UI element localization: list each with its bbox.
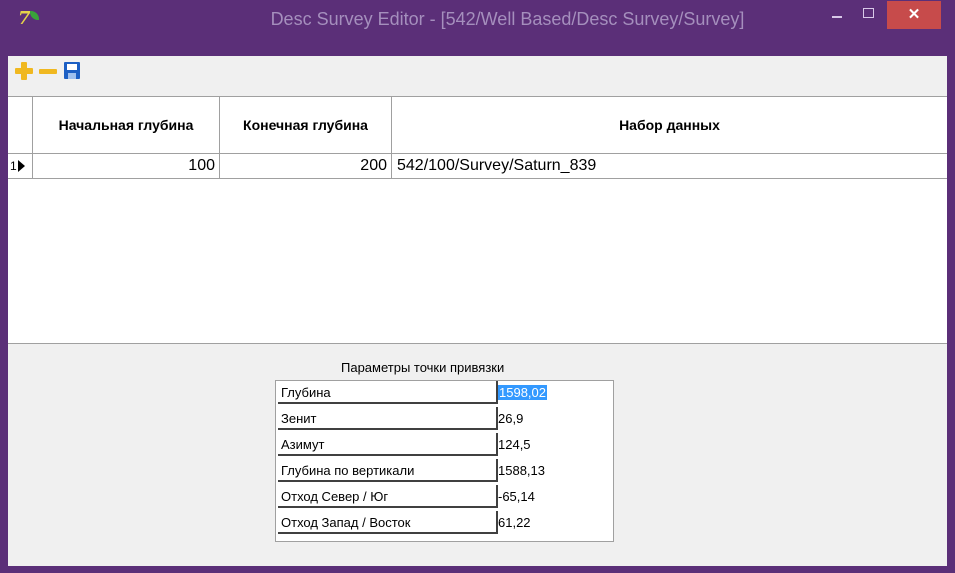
save-icon-label: [67, 64, 77, 70]
anchor-property-grid: Глубина 1598,02 Зенит 26,9 Азимут 124,5 …: [275, 380, 614, 542]
cell-dataset[interactable]: 542/100/Survey/Saturn_839: [392, 154, 947, 178]
property-value-depth[interactable]: 1598,02: [498, 381, 608, 404]
column-header-end-depth[interactable]: Конечная глубина: [220, 97, 392, 153]
maximize-icon: [863, 8, 874, 18]
current-row-arrow-icon: [18, 160, 25, 172]
column-header-dataset[interactable]: Набор данных: [392, 97, 947, 153]
column-header-start-depth[interactable]: Начальная глубина: [33, 97, 220, 153]
row-header[interactable]: 1: [8, 154, 33, 178]
save-icon-slot: [68, 73, 76, 79]
anchor-caption: Параметры точки привязки: [341, 360, 505, 375]
property-value-zenith[interactable]: 26,9: [498, 407, 608, 430]
property-value-tvd[interactable]: 1588,13: [498, 459, 608, 482]
maximize-button[interactable]: [853, 0, 883, 30]
save-button[interactable]: [62, 61, 82, 81]
grid-header: Начальная глубина Конечная глубина Набор…: [8, 97, 947, 154]
property-label: Глубина: [278, 381, 498, 404]
close-button[interactable]: ✕: [887, 1, 941, 29]
property-label: Отход Север / Юг: [278, 485, 498, 508]
editor-window: 7 Desc Survey Editor - [542/Well Based/D…: [0, 0, 955, 573]
property-value-azimuth[interactable]: 124,5: [498, 433, 608, 456]
property-value-north-south[interactable]: -65,14: [498, 485, 608, 508]
property-row-north-south: Отход Север / Юг -65,14: [276, 485, 613, 510]
cell-end-depth[interactable]: 200: [220, 154, 392, 178]
client-area: Начальная глубина Конечная глубина Набор…: [8, 56, 947, 566]
property-row-depth: Глубина 1598,02: [276, 381, 613, 406]
window-title: Desc Survey Editor - [542/Well Based/Des…: [270, 9, 745, 29]
selected-value[interactable]: 1598,02: [498, 385, 547, 400]
minimize-button[interactable]: [822, 0, 852, 30]
remove-row-button[interactable]: [38, 61, 58, 81]
survey-grid[interactable]: Начальная глубина Конечная глубина Набор…: [8, 96, 947, 344]
header-corner[interactable]: [8, 97, 33, 153]
property-value-west-east[interactable]: 61,22: [498, 511, 608, 534]
property-row-tvd: Глубина по вертикали 1588,13: [276, 459, 613, 484]
minimize-icon: [832, 16, 842, 18]
title-bar[interactable]: 7 Desc Survey Editor - [542/Well Based/D…: [0, 0, 955, 48]
property-label: Зенит: [278, 407, 498, 430]
add-row-button[interactable]: [14, 61, 34, 81]
property-label: Отход Запад / Восток: [278, 511, 498, 534]
property-row-zenith: Зенит 26,9: [276, 407, 613, 432]
property-label: Глубина по вертикали: [278, 459, 498, 482]
cell-start-depth[interactable]: 100: [33, 154, 220, 178]
property-label: Азимут: [278, 433, 498, 456]
anchor-panel: Параметры точки привязки Глубина 1598,02…: [8, 344, 947, 566]
close-icon: ✕: [907, 6, 921, 23]
property-row-azimuth: Азимут 124,5: [276, 433, 613, 458]
toolbar: [8, 56, 947, 86]
row-index: 1: [10, 159, 17, 173]
property-row-west-east: Отход Запад / Восток 61,22: [276, 511, 613, 536]
table-row[interactable]: 1 100 200 542/100/Survey/Saturn_839: [8, 154, 947, 179]
